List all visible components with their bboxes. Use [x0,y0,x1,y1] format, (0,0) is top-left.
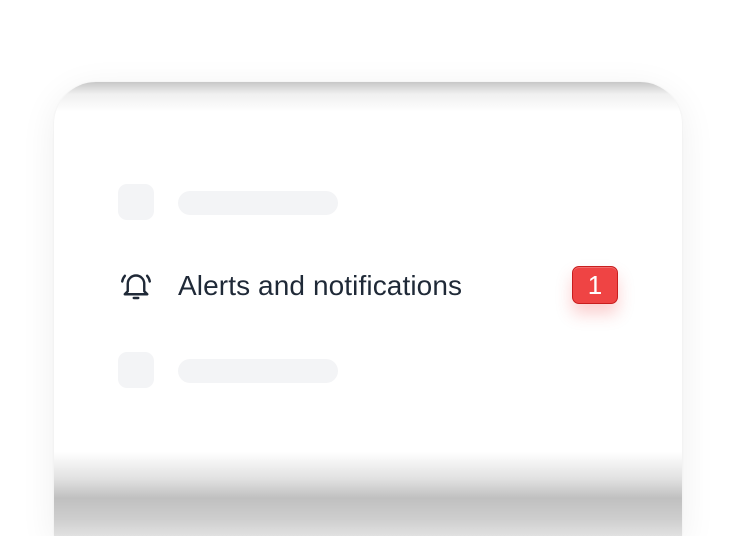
placeholder-label [178,359,338,383]
placeholder-icon [118,352,154,388]
placeholder-icon [118,184,154,220]
bell-icon [121,274,151,300]
card-top-shadow [54,82,682,112]
list-item-alerts-and-notifications[interactable]: Alerts and notifications 1 [118,266,618,306]
placeholder-list-item [118,352,358,388]
alerts-label: Alerts and notifications [178,270,463,301]
placeholder-label [178,191,338,215]
card-bottom-shadow [54,452,682,536]
placeholder-list-item [118,184,358,220]
notification-count-badge: 1 [572,266,618,304]
settings-card: Alerts and notifications 1 [54,82,682,536]
